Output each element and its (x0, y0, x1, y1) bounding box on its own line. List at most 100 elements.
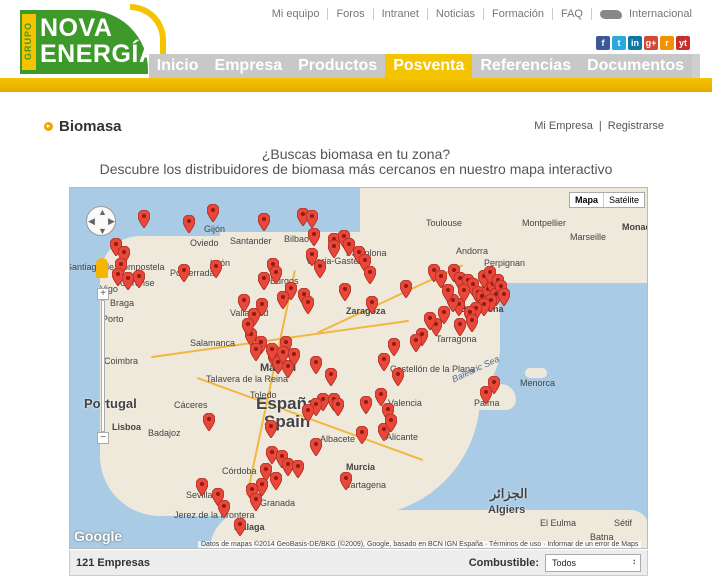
distributor-marker-icon[interactable] (339, 283, 351, 301)
distributor-marker-icon[interactable] (133, 270, 145, 288)
nav-documentos[interactable]: Documentos (579, 54, 692, 78)
distributor-marker-icon[interactable] (308, 228, 320, 246)
distributor-marker-icon[interactable] (288, 348, 300, 366)
twitter-icon[interactable]: t (612, 36, 626, 50)
distributor-marker-icon[interactable] (366, 296, 378, 314)
distributor-marker-icon[interactable] (277, 291, 289, 309)
zoom-out-button[interactable]: − (97, 432, 109, 444)
label-talavera: Talavera de la Reina (206, 374, 289, 384)
label-cordoba: Córdoba (222, 466, 257, 476)
distributor-marker-icon[interactable] (292, 460, 304, 478)
distributor-marker-icon[interactable] (270, 472, 282, 490)
distributor-marker-icon[interactable] (265, 420, 277, 438)
tagline-description: Descubre los distribuidores de biomasa m… (99, 161, 613, 177)
distributor-marker-icon[interactable] (183, 215, 195, 233)
nav-posventa[interactable]: Posventa (385, 54, 473, 78)
pan-right-icon[interactable]: ▶ (108, 216, 115, 227)
distributor-marker-icon[interactable] (340, 472, 352, 490)
nav-inicio[interactable]: Inicio (148, 54, 207, 78)
distributor-marker-icon[interactable] (277, 346, 289, 364)
distributor-marker-icon[interactable] (218, 500, 230, 518)
map-type-map-button[interactable]: Mapa (570, 193, 604, 207)
pan-control[interactable]: ▲ ▼ ◀ ▶ (86, 206, 116, 236)
street-view-pegman-icon[interactable] (96, 258, 108, 278)
distributor-marker-icon[interactable] (270, 266, 282, 284)
distributor-marker-icon[interactable] (306, 210, 318, 228)
page-title: ▸ Biomasa (44, 118, 122, 135)
distributor-map[interactable]: Oviedo Gijón Santander Bilbao Vitoria-Ga… (69, 187, 648, 549)
distributor-marker-icon[interactable] (332, 398, 344, 416)
distributor-marker-icon[interactable] (138, 210, 150, 228)
label-oviedo: Oviedo (190, 238, 219, 248)
distributor-marker-icon[interactable] (234, 518, 246, 536)
distributor-marker-icon[interactable] (392, 368, 404, 386)
distributor-marker-icon[interactable] (466, 314, 478, 332)
fuel-select-value: Todos (552, 558, 577, 568)
distributor-marker-icon[interactable] (410, 334, 422, 352)
zoom-in-button[interactable]: + (97, 288, 109, 300)
topnav-internacional[interactable]: Internacional (592, 8, 692, 20)
label-braga: Braga (110, 298, 135, 308)
label-setif: Sétif (614, 518, 633, 528)
zoom-slider[interactable] (101, 300, 105, 432)
distributor-marker-icon[interactable] (328, 240, 340, 258)
distributor-marker-icon[interactable] (207, 204, 219, 222)
distributor-marker-icon[interactable] (302, 296, 314, 314)
logo[interactable]: GRUPO NOVA ENERGÍA (12, 4, 166, 76)
distributor-marker-icon[interactable] (250, 343, 262, 361)
distributor-marker-icon[interactable] (314, 260, 326, 278)
facebook-icon[interactable]: f (596, 36, 610, 50)
distributor-marker-icon[interactable] (203, 413, 215, 431)
label-lisboa: Lisboa (112, 422, 142, 432)
nav-productos[interactable]: Productos (290, 54, 386, 78)
rss-icon[interactable]: r (660, 36, 674, 50)
distributor-marker-icon[interactable] (364, 266, 376, 284)
distributor-marker-icon[interactable] (442, 284, 454, 302)
youtube-icon[interactable]: yt (676, 36, 690, 50)
distributor-marker-icon[interactable] (458, 284, 470, 302)
my-company-link[interactable]: Mi Empresa (534, 120, 593, 132)
distributor-marker-icon[interactable] (302, 404, 314, 422)
distributor-marker-icon[interactable] (388, 338, 400, 356)
distributor-marker-icon[interactable] (400, 280, 412, 298)
map-type-satellite-button[interactable]: Satélite (604, 193, 644, 207)
topnav-mi-equipo[interactable]: Mi equipo (264, 8, 329, 20)
pan-left-icon[interactable]: ◀ (88, 216, 95, 227)
topnav-formacion[interactable]: Formación (484, 8, 553, 20)
distributor-marker-icon[interactable] (178, 264, 190, 282)
distributor-marker-icon[interactable] (356, 426, 368, 444)
distributor-marker-icon[interactable] (360, 396, 372, 414)
distributor-marker-icon[interactable] (196, 478, 208, 496)
topnav-foros[interactable]: Foros (328, 8, 374, 20)
distributor-marker-icon[interactable] (210, 260, 222, 278)
map-attribution[interactable]: Datos de mapas ©2014 GeoBasis-DE/BKG (©2… (198, 541, 642, 548)
map-status-bar: 121 Empresas Combustible: Todos ↕ (69, 550, 648, 576)
distributor-marker-icon[interactable] (454, 318, 466, 336)
distributor-marker-icon[interactable] (258, 213, 270, 231)
label-albacete: Albacete (320, 434, 356, 444)
register-link[interactable]: Registrarse (608, 120, 664, 132)
fuel-label: Combustible: (468, 557, 539, 569)
distributor-marker-icon[interactable] (325, 368, 337, 386)
select-arrows-icon: ↕ (632, 557, 636, 566)
fuel-select[interactable]: Todos ↕ (545, 554, 641, 572)
pan-up-icon[interactable]: ▲ (98, 207, 107, 217)
distributor-marker-icon[interactable] (310, 438, 322, 456)
linkedin-icon[interactable]: in (628, 36, 642, 50)
distributor-marker-icon[interactable] (250, 493, 262, 511)
googleplus-icon[interactable]: g+ (644, 36, 658, 50)
nav-empresa[interactable]: Empresa (206, 54, 291, 78)
topnav-intranet[interactable]: Intranet (374, 8, 428, 20)
distributor-marker-icon[interactable] (310, 356, 322, 374)
label-santander: Santander (230, 236, 272, 246)
pan-down-icon[interactable]: ▼ (98, 226, 107, 236)
social-links: f t in g+ r yt (596, 36, 690, 50)
topnav-faq[interactable]: FAQ (553, 8, 592, 20)
distributor-marker-icon[interactable] (385, 414, 397, 432)
nav-referencias[interactable]: Referencias (472, 54, 580, 78)
distributor-marker-icon[interactable] (488, 376, 500, 394)
distributor-marker-icon[interactable] (498, 288, 510, 306)
distributor-marker-icon[interactable] (242, 318, 254, 336)
distributor-marker-icon[interactable] (256, 298, 268, 316)
topnav-noticias[interactable]: Noticias (428, 8, 485, 20)
